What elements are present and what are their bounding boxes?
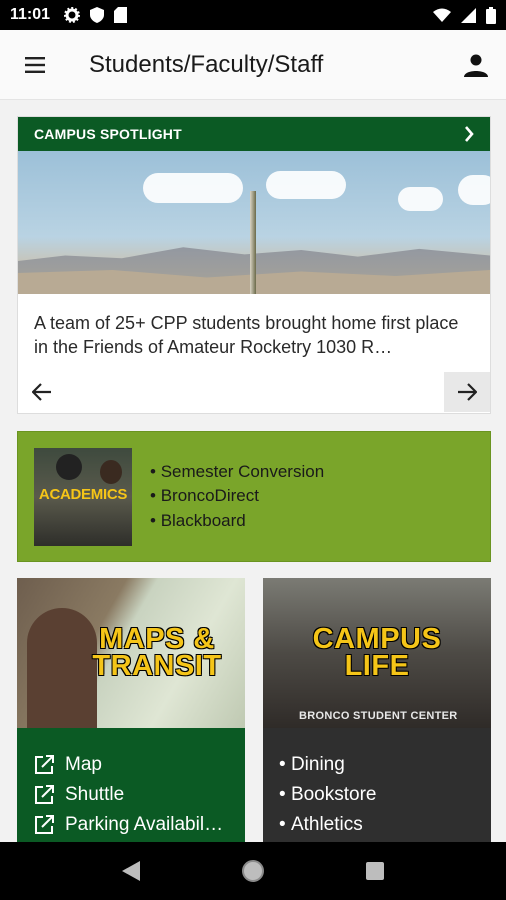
campus-life-image: CAMPUS LIFE BRONCO STUDENT CENTER [263, 578, 491, 728]
maps-link-parking[interactable]: Parking Availabil… [33, 810, 229, 840]
chevron-right-icon [465, 126, 474, 142]
arrow-left-icon [32, 383, 51, 401]
academics-image: ACADEMICS [34, 447, 132, 546]
recents-button[interactable] [355, 851, 395, 891]
account-button[interactable] [446, 30, 506, 100]
back-triangle-icon [122, 861, 140, 881]
spotlight-text: A team of 25+ CPP students brought home … [34, 313, 459, 357]
maps-link-shuttle[interactable]: Shuttle [33, 780, 229, 810]
account-icon [464, 54, 488, 77]
maps-links: Map Shuttle Parking Availabil… [17, 728, 245, 840]
maps-transit-title: MAPS & TRANSIT [92, 623, 222, 682]
campus-life-links: Dining Bookstore Athletics [263, 728, 491, 840]
campus-life-tile[interactable]: CAMPUS LIFE BRONCO STUDENT CENTER Dining… [263, 578, 491, 842]
maps-link-map[interactable]: Map [33, 750, 229, 780]
wifi-icon [433, 8, 451, 22]
campus-life-link-dining[interactable]: Dining [279, 750, 475, 780]
menu-icon [25, 56, 45, 73]
academics-link-semester[interactable]: Semester Conversion [150, 460, 324, 485]
campus-spotlight-card[interactable]: CAMPUS SPOTLIGHT A team of 25+ CPP stude… [17, 116, 491, 414]
menu-button[interactable] [0, 30, 70, 100]
academics-links: Semester Conversion BroncoDirect Blackbo… [150, 460, 324, 534]
gear-icon [64, 7, 81, 23]
home-button[interactable] [233, 851, 273, 891]
status-time: 11:01 [10, 6, 51, 23]
spotlight-image [18, 151, 490, 294]
previous-button[interactable] [18, 372, 66, 412]
recents-square-icon [366, 862, 384, 880]
home-circle-icon [242, 860, 264, 882]
sdcard-icon [114, 7, 128, 23]
spotlight-title: CAMPUS SPOTLIGHT [34, 126, 182, 142]
spotlight-header[interactable]: CAMPUS SPOTLIGHT [18, 117, 490, 151]
academics-card[interactable]: ACADEMICS Semester Conversion BroncoDire… [17, 431, 491, 562]
arrow-right-icon [458, 383, 477, 401]
next-button[interactable] [444, 372, 490, 412]
campus-life-link-athletics[interactable]: Athletics [279, 810, 475, 840]
app-bar: Students/Faculty/Staff [0, 30, 506, 100]
shield-icon [90, 7, 105, 23]
page-title: Students/Faculty/Staff [89, 50, 324, 78]
external-link-icon [35, 785, 54, 804]
campus-life-title: CAMPUS LIFE [312, 623, 442, 682]
academics-image-label: ACADEMICS [38, 485, 128, 503]
maps-transit-tile[interactable]: MAPS & TRANSIT Map Shuttle Parking Avail… [17, 578, 245, 842]
student-center-sign: BRONCO STUDENT CENTER [299, 710, 458, 722]
system-nav-bar [0, 842, 506, 900]
campus-life-link-bookstore[interactable]: Bookstore [279, 780, 475, 810]
academics-link-blackboard[interactable]: Blackboard [150, 509, 324, 534]
maps-transit-image: MAPS & TRANSIT [17, 578, 245, 728]
external-link-icon [35, 815, 54, 834]
back-button[interactable] [111, 851, 151, 891]
content-scroll-area[interactable]: CAMPUS SPOTLIGHT A team of 25+ CPP stude… [0, 100, 506, 842]
rocket-image [250, 191, 256, 294]
signal-icon [461, 7, 476, 23]
status-bar: 11:01 [0, 0, 506, 30]
battery-icon [486, 6, 496, 24]
external-link-icon [35, 755, 54, 774]
spotlight-nav [18, 371, 490, 413]
academics-link-broncodirect[interactable]: BroncoDirect [150, 484, 324, 509]
